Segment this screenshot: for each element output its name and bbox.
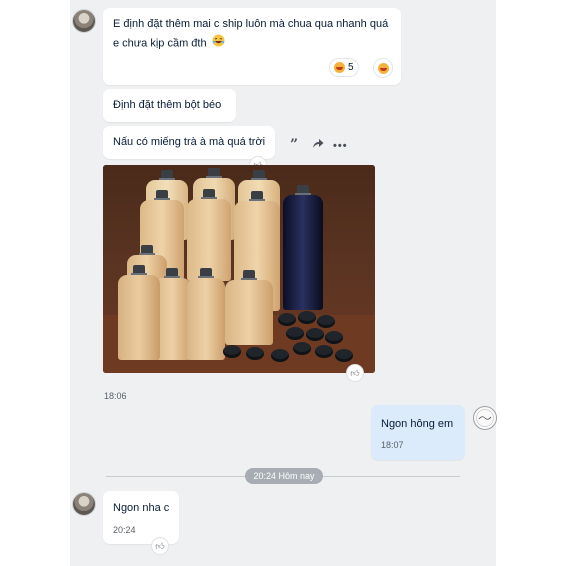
message-text-line: e chưa kịp cầm đth [113, 34, 225, 53]
quote-icon[interactable]: ” [290, 138, 298, 152]
bottle-cap [325, 331, 343, 344]
message-text: Định đặt thêm bột béo [113, 99, 222, 111]
bottle-cap [286, 327, 304, 340]
sent-message-bubble[interactable]: Ngon hông em 18:07 [371, 405, 465, 460]
chat-area[interactable]: E định đặt thêm mai c ship luôn mà chua … [70, 0, 496, 566]
laughing-emoji-icon [377, 62, 389, 74]
like-button[interactable]: 👍︎ [152, 538, 168, 554]
message-bubble[interactable]: Nấu có miếng trà à mà quá trời [103, 126, 275, 159]
like-button[interactable]: 👍︎ [347, 365, 363, 381]
bottle-image [225, 270, 273, 345]
bottle-cap [306, 328, 324, 341]
add-reaction-button[interactable] [374, 59, 392, 77]
message-text: Nấu có miếng trà à mà quá trời [113, 136, 266, 148]
bottle-cap [335, 349, 353, 362]
bottle-image-dark [283, 185, 323, 310]
bottle-cap [298, 311, 316, 324]
bottle-cap [278, 313, 296, 326]
reaction-count: 5 [348, 62, 354, 73]
message-timestamp: 18:07 [381, 440, 404, 450]
message-timestamp: 20:24 [113, 525, 136, 535]
bottle-cap [293, 342, 311, 355]
contact-avatar[interactable] [73, 10, 95, 32]
watermark-logo [473, 406, 497, 430]
thumbs-up-icon: 👍︎ [155, 540, 165, 551]
laughing-emoji-icon [212, 34, 225, 53]
message-bubble[interactable]: Ngon nha c 20:24 [103, 491, 179, 544]
message-bubble[interactable]: E định đặt thêm mai c ship luôn mà chua … [103, 8, 401, 85]
bottle-cap [315, 345, 333, 358]
message-text: Ngon hông em [381, 418, 454, 430]
bottle-image [187, 268, 225, 360]
bottle-cap [223, 345, 241, 358]
thumbs-up-icon: 👍︎ [350, 367, 360, 378]
share-icon[interactable] [312, 138, 324, 152]
photo-timestamp: 18:06 [104, 391, 127, 401]
more-icon[interactable]: ••• [333, 140, 348, 152]
message-text-line: E định đặt thêm mai c ship luôn mà chua … [113, 18, 389, 30]
bottle-cap [271, 349, 289, 362]
message-text: Ngon nha c [113, 502, 170, 514]
reaction-summary[interactable]: 5 [330, 59, 358, 76]
bottle-cap [246, 347, 264, 360]
bottle-image [118, 265, 160, 360]
message-text-span: e chưa kịp cầm đth [113, 37, 207, 50]
photo-message[interactable] [103, 165, 375, 373]
date-divider-label: 20:24 Hôm nay [245, 468, 323, 484]
message-bubble[interactable]: Định đặt thêm bột béo [103, 89, 236, 122]
contact-avatar[interactable] [73, 493, 95, 515]
bottle-cap [317, 315, 335, 328]
laughing-emoji-icon [334, 62, 345, 73]
